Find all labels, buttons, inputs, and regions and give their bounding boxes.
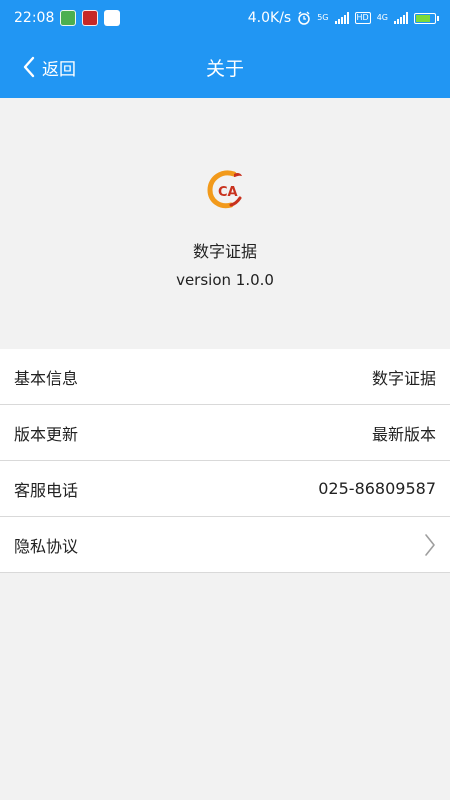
info-list: 基本信息 数字证据 版本更新 最新版本 客服电话 025-86809587 隐私… bbox=[0, 349, 450, 573]
list-item-value: 数字证据 bbox=[371, 368, 436, 388]
list-item-basic-info[interactable]: 基本信息 数字证据 bbox=[0, 349, 450, 405]
app-version: version 1.0.0 bbox=[176, 271, 274, 289]
hd-badge: HD bbox=[354, 12, 371, 24]
net-speed: 4.0K/s bbox=[247, 10, 292, 26]
list-item-value: 025-86809587 bbox=[318, 479, 436, 498]
about-section: CA 数字证据 version 1.0.0 bbox=[0, 98, 450, 348]
back-button[interactable]: 返回 bbox=[22, 36, 76, 98]
app-red-icon bbox=[82, 10, 99, 26]
app-name: 数字证据 bbox=[192, 242, 257, 261]
status-right: 4.0K/s 5G HD 4G bbox=[247, 10, 439, 26]
list-item-version-update[interactable]: 版本更新 最新版本 bbox=[0, 405, 450, 461]
list-item-label: 隐私协议 bbox=[14, 536, 79, 556]
app-header: 返回 关于 bbox=[0, 36, 450, 98]
status-left: 22:08 bbox=[14, 10, 121, 26]
list-item-customer-phone[interactable]: 客服电话 025-86809587 bbox=[0, 461, 450, 517]
list-item-privacy-policy[interactable]: 隐私协议 bbox=[0, 517, 450, 573]
list-item-label: 客服电话 bbox=[14, 480, 79, 500]
app-logo: CA bbox=[207, 170, 242, 209]
net1-tag: 5G bbox=[317, 13, 329, 22]
signal-icon bbox=[394, 12, 408, 24]
alarm-icon bbox=[298, 11, 310, 25]
status-time: 22:08 bbox=[14, 10, 55, 26]
chevron-right-icon bbox=[425, 533, 435, 556]
signal-icon bbox=[334, 12, 349, 24]
back-label: 返回 bbox=[42, 59, 76, 80]
list-item-value: 最新版本 bbox=[371, 424, 436, 444]
list-item-label: 基本信息 bbox=[14, 368, 79, 388]
chevron-left-icon bbox=[23, 56, 35, 78]
logo-text: CA bbox=[218, 185, 238, 200]
status-bar: 22:08 4.0K/s 5G HD 4G bbox=[0, 0, 450, 36]
battery-icon bbox=[414, 12, 439, 24]
app-green-icon bbox=[60, 10, 77, 26]
app-white-icon bbox=[104, 10, 121, 26]
net2-tag: 4G bbox=[376, 13, 388, 22]
list-item-label: 版本更新 bbox=[14, 424, 79, 444]
